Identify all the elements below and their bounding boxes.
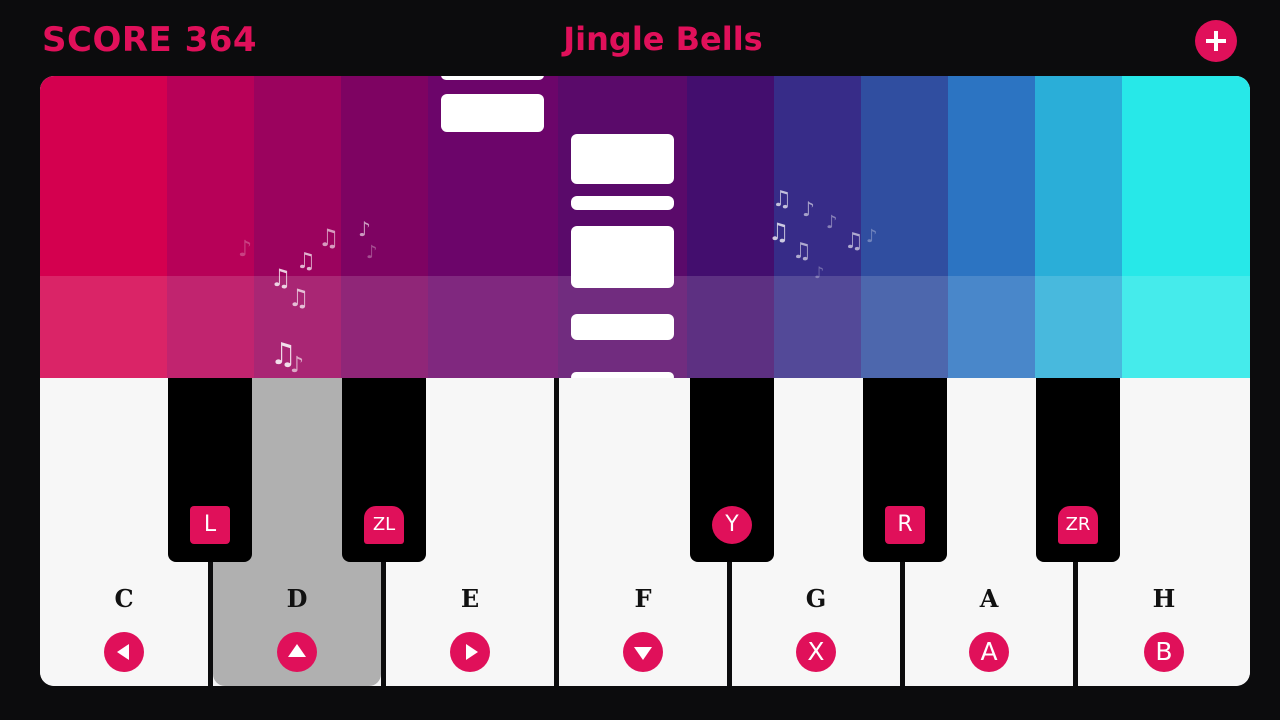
x-button-icon: X [796,632,836,672]
falling-note [571,134,674,184]
song-title: Jingle Bells [563,20,763,58]
lane [1122,76,1250,378]
left-arrow-button-icon [104,632,144,672]
key-note-label: D [286,584,308,613]
lane [774,76,861,378]
lane [341,76,428,378]
key-note-label: C [114,584,134,613]
add-button[interactable] [1195,20,1237,62]
button-glyph: X [807,637,825,666]
right-arrow-button-icon [450,632,490,672]
black-key-zl[interactable]: ZL [342,378,426,562]
falling-note [441,94,544,132]
note-lanes: ♪ ♫ ♫ ♫ ♪ ♪ ♫ ♫ ♪ ♫ ♪ ♫ ♫ ♪ ♫ ♪ ♪ [40,76,1250,382]
l-button-icon: L [190,506,230,544]
black-key-zr[interactable]: ZR [1036,378,1120,562]
lane [40,76,167,378]
falling-note [571,314,674,340]
key-note-label: G [805,584,827,613]
lane [254,76,341,378]
keyboard: C D E F G X A A H B L ZL Y R ZR [40,378,1250,686]
button-glyph: B [1155,637,1173,666]
key-note-label: F [634,584,652,613]
r-button-icon: R [885,506,925,544]
black-key-l[interactable]: L [168,378,252,562]
lane [1035,76,1122,378]
falling-note [571,226,674,288]
key-note-label: A [979,584,999,613]
lane [687,76,774,378]
zl-button-icon: ZL [364,506,404,544]
falling-note [441,76,544,80]
button-glyph: A [980,637,998,666]
lane [167,76,254,378]
key-note-label: H [1152,584,1176,613]
falling-note [571,196,674,210]
zr-button-icon: ZR [1058,506,1098,544]
black-key-r[interactable]: R [863,378,947,562]
plus-icon [1206,31,1226,51]
key-divider [554,378,559,686]
key-note-label: E [460,584,480,613]
lane [861,76,948,378]
a-button-icon: A [969,632,1009,672]
down-arrow-button-icon [623,632,663,672]
black-key-y[interactable]: Y [690,378,774,562]
lane [948,76,1035,378]
y-button-icon: Y [712,506,752,544]
piano-board: ♪ ♫ ♫ ♫ ♪ ♪ ♫ ♫ ♪ ♫ ♪ ♫ ♫ ♪ ♫ ♪ ♪ C D E … [40,76,1250,686]
up-arrow-button-icon [277,632,317,672]
b-button-icon: B [1144,632,1184,672]
